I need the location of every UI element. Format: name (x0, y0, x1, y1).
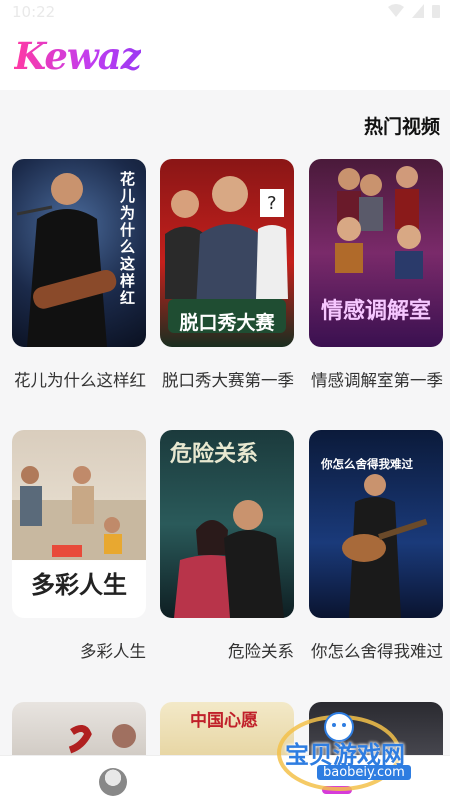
video-thumbnail[interactable] (12, 702, 146, 762)
video-title[interactable]: 多彩人生 (12, 640, 146, 663)
thumbnail-text: 脱口秀大赛 (179, 312, 275, 334)
video-card[interactable]: 花儿为什么这样红 花儿为什么这样红 (12, 159, 146, 392)
video-card[interactable]: 中国心愿 (160, 702, 294, 762)
thumbnail-text: 中国心愿 (190, 711, 258, 731)
video-title[interactable]: 情感调解室第一季 (309, 369, 443, 392)
thumbnail-text: 危险关系 (170, 442, 259, 467)
thumbnail-text: 情感调解室 (320, 299, 431, 324)
video-card[interactable]: ? 脱口秀大赛 脱口秀大赛第一季 (160, 159, 294, 392)
video-grid: 花儿为什么这样红 花儿为什么这样红 ? 脱口秀大赛 脱口秀大赛第一季 情感调解室… (0, 0, 450, 800)
video-card[interactable]: 危险关系 危险关系 (160, 430, 294, 663)
video-thumbnail[interactable]: 多彩人生 (12, 430, 146, 618)
video-card[interactable]: 多彩人生 多彩人生 (12, 430, 146, 663)
video-title[interactable]: 脱口秀大赛第一季 (160, 369, 294, 392)
video-thumbnail[interactable]: 中国心愿 (160, 702, 294, 762)
watermark: 宝贝游戏网 baobeiy.com (277, 705, 447, 795)
svg-text:?: ? (267, 193, 277, 214)
video-thumbnail[interactable]: 花儿为什么这样红 (12, 159, 146, 347)
poster-illustration (68, 724, 136, 754)
video-card[interactable]: 你怎么舍得我难过 你怎么舍得我难过 (309, 430, 443, 663)
video-card[interactable] (12, 702, 146, 762)
video-card[interactable]: 情感调解室 情感调解室第一季 (309, 159, 443, 392)
thumbnail-text: 你怎么舍得我难过 (321, 457, 413, 471)
thumbnail-text: 多彩人生 (31, 571, 127, 599)
home-tab-icon[interactable] (99, 768, 127, 796)
video-title[interactable]: 你怎么舍得我难过 (309, 640, 443, 663)
video-thumbnail[interactable]: 危险关系 (160, 430, 294, 618)
video-thumbnail[interactable]: ? 脱口秀大赛 (160, 159, 294, 347)
thumbnail-text: 花儿为什么这样红 (118, 171, 136, 307)
video-thumbnail[interactable]: 情感调解室 (309, 159, 443, 347)
video-title[interactable]: 花儿为什么这样红 (12, 369, 146, 392)
video-title[interactable]: 危险关系 (160, 640, 294, 663)
video-thumbnail[interactable]: 你怎么舍得我难过 (309, 430, 443, 618)
watermark-url: baobeiy.com (317, 765, 411, 780)
